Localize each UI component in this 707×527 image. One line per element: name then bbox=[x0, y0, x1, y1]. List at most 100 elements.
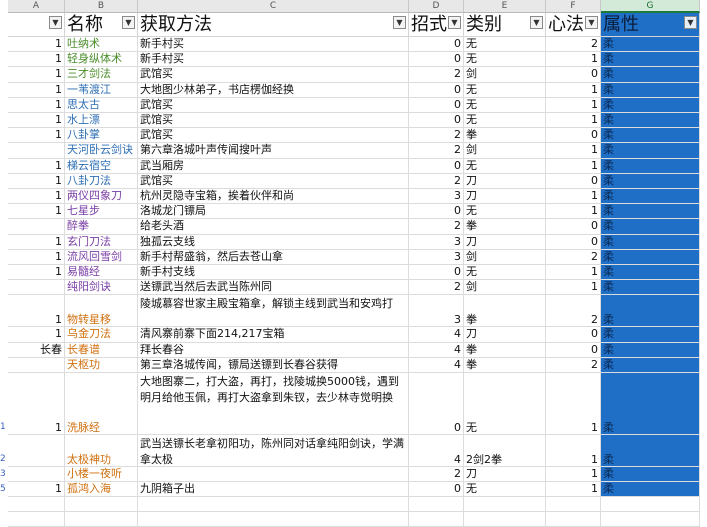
name-cell[interactable]: 天河卧云剑诀 bbox=[65, 143, 138, 159]
attr-cell[interactable]: 柔 bbox=[601, 249, 700, 265]
mind-cell[interactable]: 1 bbox=[546, 52, 601, 68]
column-header-f[interactable]: F bbox=[546, 0, 601, 13]
name-cell[interactable]: 太极神功 bbox=[65, 435, 138, 467]
category-cell[interactable]: 拳 bbox=[464, 342, 546, 358]
a-cell[interactable] bbox=[8, 435, 65, 467]
moves-cell[interactable]: 2 bbox=[409, 467, 464, 483]
category-cell[interactable]: 刀 bbox=[464, 327, 546, 343]
category-cell[interactable]: 无 bbox=[464, 204, 546, 220]
a-cell[interactable]: 1 bbox=[8, 37, 65, 53]
attr-cell[interactable]: 柔 bbox=[601, 265, 700, 281]
method-cell[interactable]: 第六章洛城叶声传闻搜叶声 bbox=[138, 143, 409, 159]
mind-cell[interactable]: 1 bbox=[546, 82, 601, 98]
method-cell[interactable]: 洛城龙门镖局 bbox=[138, 204, 409, 220]
moves-cell[interactable]: 0 bbox=[409, 204, 464, 220]
method-cell[interactable]: 武馆买 bbox=[138, 113, 409, 129]
a-cell[interactable]: 1 bbox=[8, 82, 65, 98]
attr-cell[interactable]: 柔 bbox=[601, 113, 700, 129]
column-header-e[interactable]: E bbox=[464, 0, 546, 13]
category-cell[interactable]: 剑 bbox=[464, 143, 546, 159]
moves-cell[interactable]: 0 bbox=[409, 158, 464, 174]
name-cell[interactable]: 乌金刀法 bbox=[65, 327, 138, 343]
a-cell[interactable]: 1 bbox=[8, 373, 65, 435]
empty-cell[interactable] bbox=[138, 512, 409, 527]
category-cell[interactable]: 无 bbox=[464, 52, 546, 68]
moves-cell[interactable]: 2 bbox=[409, 219, 464, 235]
attr-cell[interactable]: 柔 bbox=[601, 467, 700, 483]
filter-dropdown-icon[interactable]: ▼ bbox=[530, 16, 543, 29]
a-cell[interactable]: 1 bbox=[8, 128, 65, 144]
a-cell[interactable] bbox=[8, 357, 65, 373]
name-cell[interactable]: 长春谱 bbox=[65, 342, 138, 358]
method-cell[interactable]: 陵城慕容世家主殿宝箱拿，解锁主线到武当和安鸡打 bbox=[138, 295, 409, 328]
a-cell[interactable]: 1 bbox=[8, 204, 65, 220]
empty-cell[interactable] bbox=[464, 497, 546, 513]
category-cell[interactable]: 无 bbox=[464, 113, 546, 129]
a-cell[interactable]: 1 bbox=[8, 482, 65, 498]
empty-cell[interactable] bbox=[601, 512, 700, 527]
moves-cell[interactable]: 2 bbox=[409, 128, 464, 144]
moves-cell[interactable]: 2 bbox=[409, 143, 464, 159]
method-cell[interactable] bbox=[138, 467, 409, 483]
moves-cell[interactable]: 0 bbox=[409, 113, 464, 129]
attr-cell[interactable]: 柔 bbox=[601, 435, 700, 467]
category-cell[interactable]: 拳 bbox=[464, 219, 546, 235]
category-cell[interactable]: 刀 bbox=[464, 467, 546, 483]
attr-cell[interactable]: 柔 bbox=[601, 67, 700, 83]
moves-cell[interactable]: 2 bbox=[409, 280, 464, 296]
attr-cell[interactable]: 柔 bbox=[601, 327, 700, 343]
name-cell[interactable]: 纯阳剑诀 bbox=[65, 280, 138, 296]
empty-cell[interactable] bbox=[546, 512, 601, 527]
attr-cell[interactable]: 柔 bbox=[601, 37, 700, 53]
row-number[interactable]: 2 bbox=[0, 454, 8, 464]
category-cell[interactable]: 拳 bbox=[464, 357, 546, 373]
moves-cell[interactable]: 0 bbox=[409, 37, 464, 53]
attr-cell[interactable]: 柔 bbox=[601, 482, 700, 498]
moves-cell[interactable]: 4 bbox=[409, 357, 464, 373]
mind-cell[interactable]: 0 bbox=[546, 342, 601, 358]
moves-cell[interactable]: 4 bbox=[409, 342, 464, 358]
filter-dropdown-icon[interactable]: ▼ bbox=[49, 16, 62, 29]
attr-cell[interactable]: 柔 bbox=[601, 342, 700, 358]
name-cell[interactable]: 天枢功 bbox=[65, 357, 138, 373]
category-cell[interactable]: 无 bbox=[464, 158, 546, 174]
a-cell[interactable]: 1 bbox=[8, 173, 65, 189]
name-cell[interactable]: 三才剑法 bbox=[65, 67, 138, 83]
empty-cell[interactable] bbox=[8, 497, 65, 513]
empty-cell[interactable] bbox=[65, 497, 138, 513]
name-cell[interactable]: 八卦掌 bbox=[65, 128, 138, 144]
method-cell[interactable]: 大地图寨二，打大盗，再打，找陵城换5000钱，遇到明月给他玉佩，再打大盗拿到朱钗… bbox=[138, 373, 409, 435]
method-cell[interactable]: 武当送镖长老拿初阳功，陈州同对话拿纯阳剑诀，学满拿太极 bbox=[138, 435, 409, 467]
column-header-b[interactable]: B bbox=[65, 0, 138, 13]
name-cell[interactable]: 孤鸿入海 bbox=[65, 482, 138, 498]
method-cell[interactable]: 杭州灵隐寺宝箱，挨着伙伴和尚 bbox=[138, 189, 409, 205]
category-cell[interactable]: 刀 bbox=[464, 189, 546, 205]
moves-cell[interactable]: 0 bbox=[409, 373, 464, 435]
category-cell[interactable]: 剑 bbox=[464, 249, 546, 265]
method-cell[interactable]: 新手村支线 bbox=[138, 265, 409, 281]
name-cell[interactable]: 一苇渡江 bbox=[65, 82, 138, 98]
empty-cell[interactable] bbox=[546, 497, 601, 513]
a-cell[interactable] bbox=[8, 219, 65, 235]
mind-cell[interactable]: 1 bbox=[546, 158, 601, 174]
empty-cell[interactable] bbox=[138, 497, 409, 513]
name-cell[interactable]: 八卦刀法 bbox=[65, 173, 138, 189]
a-cell[interactable]: 1 bbox=[8, 249, 65, 265]
mind-cell[interactable]: 1 bbox=[546, 189, 601, 205]
method-cell[interactable]: 九阴箱子出 bbox=[138, 482, 409, 498]
attr-cell[interactable]: 柔 bbox=[601, 173, 700, 189]
name-cell[interactable]: 小楼一夜听 bbox=[65, 467, 138, 483]
moves-cell[interactable]: 3 bbox=[409, 249, 464, 265]
mind-cell[interactable]: 2 bbox=[546, 37, 601, 53]
a-cell[interactable] bbox=[8, 280, 65, 296]
method-cell[interactable]: 新手村买 bbox=[138, 37, 409, 53]
category-cell[interactable]: 剑 bbox=[464, 67, 546, 83]
row-number[interactable]: 5 bbox=[0, 484, 8, 494]
name-cell[interactable]: 梯云宿空 bbox=[65, 158, 138, 174]
attr-cell[interactable]: 柔 bbox=[601, 204, 700, 220]
a-cell[interactable] bbox=[8, 143, 65, 159]
a-cell[interactable]: 长春 bbox=[8, 342, 65, 358]
name-cell[interactable]: 醉拳 bbox=[65, 219, 138, 235]
a-cell[interactable]: 1 bbox=[8, 295, 65, 328]
name-cell[interactable]: 水上漂 bbox=[65, 113, 138, 129]
